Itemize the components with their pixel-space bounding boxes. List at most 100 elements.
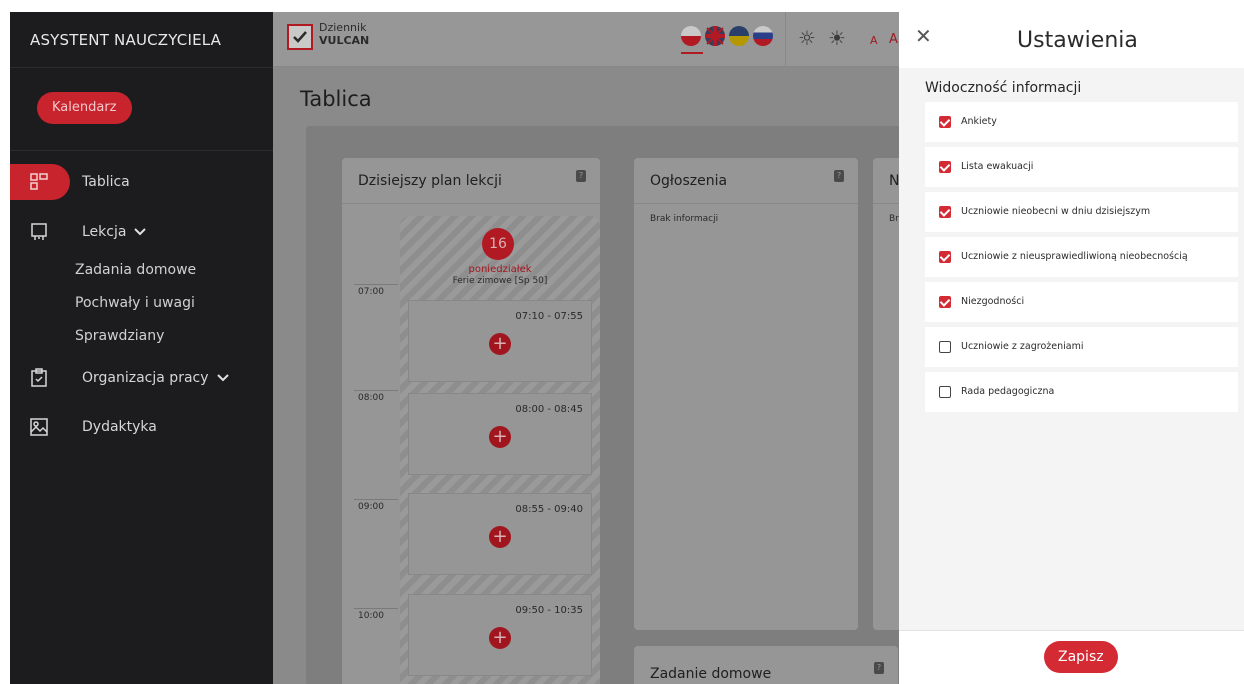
hour-divider — [354, 390, 398, 391]
checkbox-unchecked[interactable] — [939, 386, 951, 398]
sidebar-item-label: Tablica — [82, 174, 130, 190]
calendar-button[interactable]: Kalendarz — [37, 92, 132, 124]
empty-message: Br — [889, 214, 899, 224]
checkbox-checked[interactable] — [939, 161, 951, 173]
option-label: Lista ewakuacji — [961, 161, 1034, 172]
flag-pl-icon[interactable] — [681, 26, 701, 46]
app-title: ASYSTENT NAUCZYCIELA — [10, 12, 273, 68]
settings-panel: ✕ Ustawienia Widoczność informacji Ankie… — [899, 12, 1244, 684]
card-title: Ogłoszenia — [650, 173, 728, 189]
dashboard-icon — [28, 171, 50, 193]
option-label: Uczniowie z nieusprawiedliwioną nieobecn… — [961, 251, 1188, 262]
add-icon[interactable]: + — [489, 426, 511, 448]
sidebar-item-label: Dydaktyka — [82, 419, 157, 435]
hour-divider — [354, 499, 398, 500]
hour-divider — [354, 608, 398, 609]
hour-divider — [354, 284, 398, 285]
save-button[interactable]: Zapisz — [1044, 641, 1118, 673]
selected-language-underline — [681, 52, 703, 54]
option-label: Rada pedagogiczna — [961, 386, 1055, 397]
sidebar-item-lekcja[interactable]: Lekcja — [10, 212, 273, 252]
option-label: Niezgodności — [961, 296, 1025, 307]
chevron-down-icon — [134, 224, 147, 240]
card-title: Zadanie domowe — [650, 666, 772, 682]
option-row[interactable]: Uczniowie nieobecni w dniu dzisiejszym — [925, 192, 1238, 232]
slot-time: 08:55 - 09:40 — [515, 504, 583, 515]
vulcan-logo-icon — [287, 24, 313, 50]
checkbox-checked[interactable] — [939, 251, 951, 263]
add-icon[interactable]: + — [489, 333, 511, 355]
sidebar-subitem-tests[interactable]: Sprawdziany — [75, 328, 164, 344]
font-size-large-button[interactable]: A — [889, 32, 898, 47]
lesson-slot[interactable]: 09:50 - 10:35 + — [408, 594, 592, 676]
option-label: Uczniowie nieobecni w dniu dzisiejszym — [961, 206, 1151, 217]
card-title: N — [889, 173, 899, 189]
sidebar-item-label: Organizacja pracy — [82, 370, 209, 386]
card-header: N — [873, 158, 899, 204]
help-icon[interactable]: ? — [874, 662, 884, 674]
card-header: Zadanie domowe ? — [634, 646, 898, 684]
dashboard-board: Dzisiejszy plan lekcji ? 16 poniedziałek… — [306, 126, 899, 684]
hour-label: 10:00 — [358, 611, 384, 621]
clipboard-check-icon — [28, 367, 50, 389]
option-label: Ankiety — [961, 116, 997, 127]
add-icon[interactable]: + — [489, 526, 511, 548]
sidebar-item-organizacja[interactable]: Organizacja pracy — [10, 358, 273, 398]
lesson-slot[interactable]: 08:00 - 08:45 + — [408, 393, 592, 475]
option-row[interactable]: Niezgodności — [925, 282, 1238, 322]
sidebar-item-label: Lekcja — [82, 224, 127, 240]
card-header: Ogłoszenia ? — [634, 158, 858, 204]
option-row[interactable]: Ankiety — [925, 102, 1238, 142]
flag-ru-icon[interactable] — [753, 26, 773, 46]
checkbox-checked[interactable] — [939, 206, 951, 218]
close-icon[interactable]: ✕ — [915, 24, 932, 48]
slot-time: 07:10 - 07:55 — [515, 311, 583, 322]
page-title: Tablica — [300, 87, 372, 111]
language-switcher — [681, 26, 773, 54]
hour-label: 09:00 — [358, 502, 384, 512]
flag-uk-icon[interactable] — [705, 26, 725, 46]
checkbox-checked[interactable] — [939, 116, 951, 128]
option-row[interactable]: Uczniowie z nieusprawiedliwioną nieobecn… — [925, 237, 1238, 277]
help-icon[interactable]: ? — [834, 170, 844, 182]
top-bar: Dziennik VULCAN ☼ ☀ A A — [273, 12, 899, 67]
header-separator — [785, 12, 786, 67]
sidebar-item-dydaktyka[interactable]: Dydaktyka — [10, 407, 273, 447]
third-card: N Br — [873, 158, 899, 630]
sidebar: ASYSTENT NAUCZYCIELA Kalendarz Tablica L… — [10, 12, 273, 684]
hour-label: 07:00 — [358, 287, 384, 297]
option-row[interactable]: Lista ewakuacji — [925, 147, 1238, 187]
sidebar-item-tablica[interactable]: Tablica — [10, 162, 273, 202]
slot-time: 08:00 - 08:45 — [515, 404, 583, 415]
main-content: Dziennik VULCAN ☼ ☀ A A Tablica Dzisiejs… — [273, 12, 899, 684]
chevron-down-icon — [216, 370, 229, 386]
homework-card: Zadanie domowe ? — [634, 646, 898, 684]
option-row[interactable]: Rada pedagogiczna — [925, 372, 1238, 412]
lesson-slot[interactable]: 07:10 - 07:55 + — [408, 300, 592, 382]
font-size-small-button[interactable]: A — [870, 34, 878, 47]
light-theme-icon[interactable]: ☼ — [798, 26, 816, 50]
day-note: Ferie zimowe [Sp 50] — [452, 276, 548, 286]
sidebar-subitem-homework[interactable]: Zadania domowe — [75, 262, 196, 278]
lesson-plan-card: Dzisiejszy plan lekcji ? 16 poniedziałek… — [342, 158, 600, 684]
sidebar-subitem-praise[interactable]: Pochwały i uwagi — [75, 295, 195, 311]
option-row[interactable]: Uczniowie z zagrożeniami — [925, 327, 1238, 367]
panel-title: Ustawienia — [1017, 28, 1138, 53]
lesson-slot[interactable]: 08:55 - 09:40 + — [408, 493, 592, 575]
add-icon[interactable]: + — [489, 627, 511, 649]
empty-message: Brak informacji — [650, 214, 719, 224]
logo-text: Dziennik VULCAN — [319, 21, 370, 47]
flag-ua-icon[interactable] — [729, 26, 749, 46]
option-label: Uczniowie z zagrożeniami — [961, 341, 1084, 352]
section-title: Widoczność informacji — [925, 80, 1082, 96]
slot-time: 09:50 - 10:35 — [515, 605, 583, 616]
checkbox-unchecked[interactable] — [939, 341, 951, 353]
day-number: 16 — [482, 228, 514, 260]
checkbox-checked[interactable] — [939, 296, 951, 308]
board-icon — [28, 221, 50, 243]
contrast-theme-icon[interactable]: ☀ — [828, 26, 846, 50]
hour-label: 08:00 — [358, 393, 384, 403]
help-icon[interactable]: ? — [576, 170, 586, 182]
announcements-card: Ogłoszenia ? Brak informacji — [634, 158, 858, 630]
day-name: poniedziałek — [468, 264, 532, 275]
